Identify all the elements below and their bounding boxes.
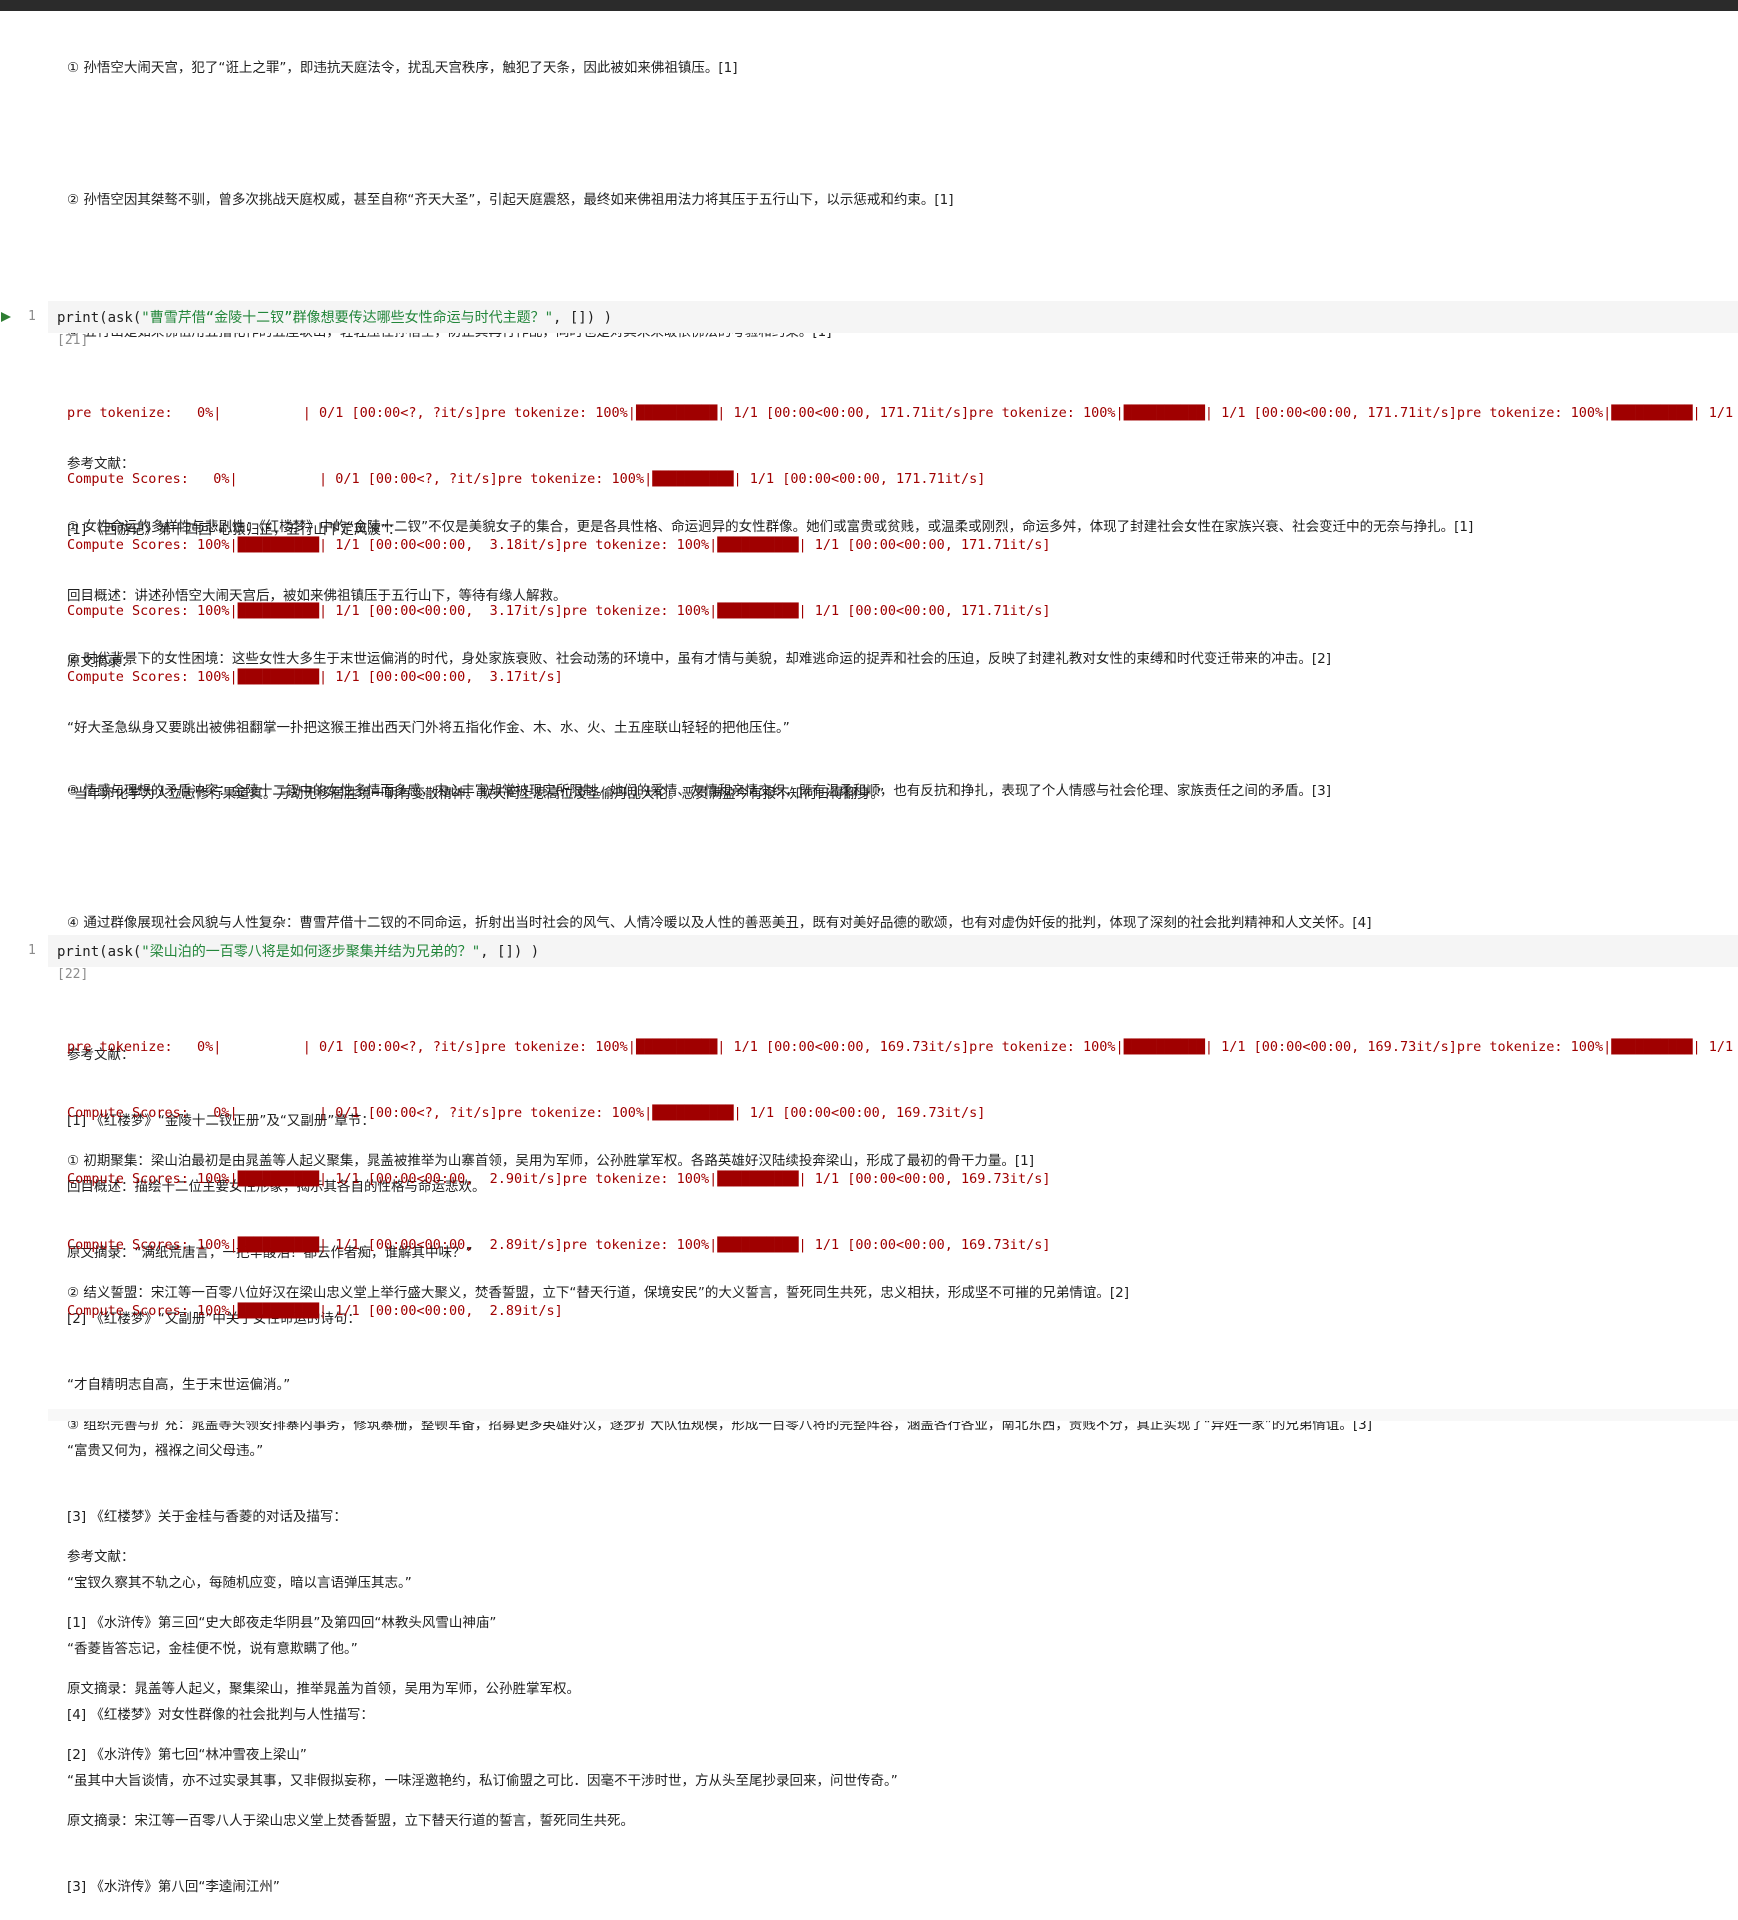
run-cell-icon[interactable]: [0, 311, 12, 323]
output-line: ② 结义誓盟：宋江等一百零八位好汉在梁山忠义堂上举行盛大聚义，焚香誓盟，立下“替…: [67, 1285, 1130, 1301]
code-args: , []) ): [480, 944, 540, 960]
line-number: 1: [28, 943, 36, 958]
output-line: ③ 情感与理想的矛盾冲突：金陵十二钗中的女性多情而多感，内心丰富却常被现实所限制…: [67, 783, 1332, 799]
progress-line: pre tokenize: 0%| | 0/1 [00:00<?, ?it/s]…: [67, 405, 1734, 421]
code-string: "曹雪芹借“金陵十二钗”群像想要传达哪些女性命运与时代主题？": [141, 310, 554, 326]
output-line: ① 孙悟空大闹天宫，犯了“诳上之罪”，即违抗天庭法令，扰乱天宫秩序，触犯了天条，…: [67, 60, 738, 76]
code-string: "梁山泊的一百零八将是如何逐步聚集并结为兄弟的？": [141, 944, 481, 960]
stdout-output: ① 初期聚集：梁山泊最初是由晁盖等人起义聚集，晁盖被推举为山寨首领，吴用为军师，…: [67, 1106, 1372, 1920]
output-line: ② 孙悟空因其桀骜不驯，曾多次挑战天庭权威，甚至自称“齐天大圣”，引起天庭震怒，…: [67, 192, 954, 208]
code-args: , []) ): [553, 310, 613, 326]
output-line: 原文摘录：晁盖等人起义，聚集梁山，推举晁盖为首领，吴用为军师，公孙胜掌军权。: [67, 1681, 580, 1697]
code-line[interactable]: print(ask("曹雪芹借“金陵十二钗”群像想要传达哪些女性命运与时代主题？…: [57, 307, 612, 327]
code-call: print(ask(: [57, 310, 142, 326]
window-top-bar: [0, 0, 1738, 11]
output-line: ① 女性命运的多样性与悲剧性：《红楼梦》中的“金陵十二钗”不仅是美貌女子的集合，…: [67, 519, 1474, 535]
code-call: print(ask(: [57, 944, 142, 960]
output-line: [3] 《水浒传》第八回“李逵闹江州”: [67, 1879, 280, 1895]
output-line: [1] 《水浒传》第三回“史大郎夜走华阴县”及第四回“林教头风雪山神庙”: [67, 1615, 497, 1631]
output-line: 原文摘录：宋江等一百零八人于梁山忠义堂上焚香誓盟，立下替天行道的誓言，誓死同生共…: [67, 1813, 634, 1829]
execution-count: [21]: [57, 333, 89, 348]
progress-line: pre tokenize: 0%| | 0/1 [00:00<?, ?it/s]…: [67, 1039, 1734, 1055]
output-line: 参考文献：: [67, 1549, 135, 1565]
execution-count: [22]: [57, 967, 89, 982]
code-line[interactable]: print(ask("梁山泊的一百零八将是如何逐步聚集并结为兄弟的？", [])…: [57, 941, 539, 961]
output-line: ④ 通过群像展现社会风貌与人性复杂：曹雪芹借十二钗的不同命运，折射出当时社会的风…: [67, 915, 1372, 931]
output-line: ② 时代背景下的女性困境：这些女性大多生于末世运偏消的时代，身处家族衰败、社会动…: [67, 651, 1332, 667]
line-number: 1: [28, 309, 36, 324]
output-line: [2] 《水浒传》第七回“林冲雪夜上梁山”: [67, 1747, 307, 1763]
cell-separator: [48, 1409, 1738, 1421]
output-line: ① 初期聚集：梁山泊最初是由晁盖等人起义聚集，晁盖被推举为山寨首领，吴用为军师，…: [67, 1153, 1035, 1169]
